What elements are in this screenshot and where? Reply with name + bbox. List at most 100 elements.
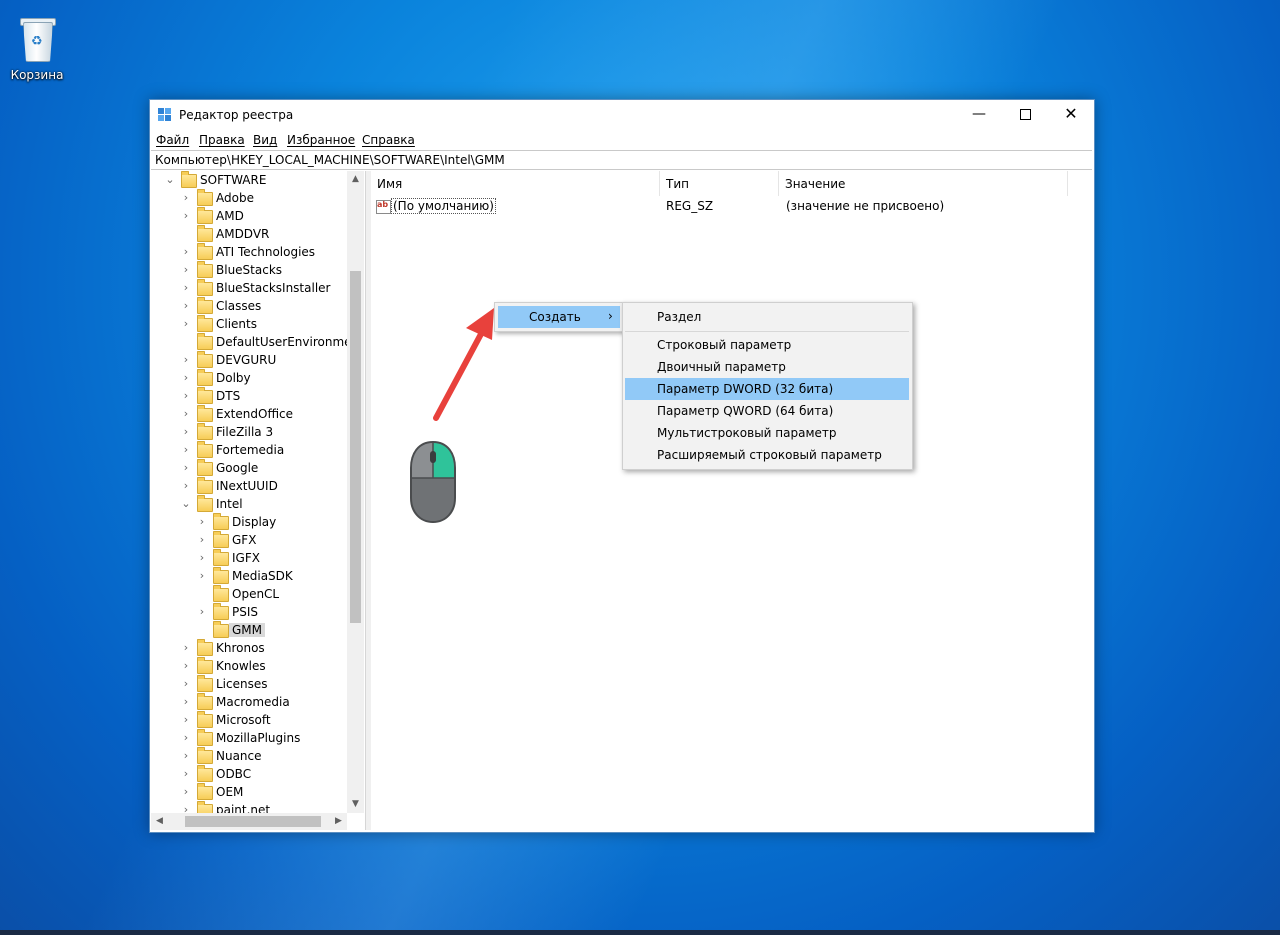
tree-item[interactable]: › MediaSDK	[151, 567, 346, 586]
tree-item[interactable]: › Classes	[151, 297, 346, 316]
chevron-right-icon[interactable]: ›	[181, 677, 191, 690]
scroll-down-icon[interactable]: ▼	[347, 796, 364, 813]
chevron-right-icon[interactable]: ›	[181, 389, 191, 402]
tree-item[interactable]: › GFX	[151, 531, 346, 550]
menu-view[interactable]: Вид	[253, 133, 277, 147]
menu-item-create[interactable]: Создать ›	[498, 306, 620, 328]
tree-vertical-scrollbar[interactable]: ▲ ▼	[347, 171, 364, 813]
tree-item[interactable]: ⌄ Intel	[151, 495, 346, 514]
chevron-right-icon[interactable]: ›	[181, 731, 191, 744]
menu-item-section[interactable]: Раздел	[625, 306, 909, 328]
tree-item[interactable]: › AMD	[151, 207, 346, 226]
tree-item[interactable]: › ODBC	[151, 765, 346, 784]
scroll-right-icon[interactable]: ▶	[330, 813, 347, 830]
chevron-right-icon[interactable]: ›	[181, 263, 191, 276]
chevron-down-icon[interactable]: ⌄	[181, 497, 191, 510]
chevron-right-icon[interactable]: ›	[181, 299, 191, 312]
chevron-right-icon[interactable]: ›	[181, 461, 191, 474]
tree-item[interactable]: › BlueStacks	[151, 261, 346, 280]
chevron-right-icon[interactable]: ›	[181, 659, 191, 672]
tree-item[interactable]: › Nuance	[151, 747, 346, 766]
chevron-right-icon[interactable]: ›	[181, 785, 191, 798]
menu-item-new-value[interactable]: Параметр QWORD (64 бита)	[625, 400, 909, 422]
tree-item[interactable]: › Microsoft	[151, 711, 346, 730]
address-bar[interactable]: Компьютер\HKEY_LOCAL_MACHINE\SOFTWARE\In…	[151, 150, 1092, 170]
scroll-left-icon[interactable]: ◀	[151, 813, 168, 830]
minimize-button[interactable]: —	[956, 100, 1002, 130]
chevron-right-icon[interactable]: ›	[181, 245, 191, 258]
scrollbar-thumb[interactable]	[350, 271, 361, 623]
folder-icon	[213, 585, 229, 602]
menu-item-new-value[interactable]: Строковый параметр	[625, 334, 909, 356]
chevron-right-icon[interactable]: ›	[181, 641, 191, 654]
tree-item[interactable]: › OEM	[151, 783, 346, 802]
chevron-right-icon[interactable]: ›	[181, 317, 191, 330]
menu-edit[interactable]: Правка	[199, 133, 245, 147]
menu-item-new-value[interactable]: Двоичный параметр	[625, 356, 909, 378]
chevron-right-icon[interactable]: ›	[181, 713, 191, 726]
close-button[interactable]: ✕	[1048, 100, 1094, 130]
maximize-button[interactable]	[1002, 100, 1048, 130]
folder-icon	[197, 333, 213, 350]
tree-item[interactable]: › BlueStacksInstaller	[151, 279, 346, 298]
tree-item[interactable]: › FileZilla 3	[151, 423, 346, 442]
menu-item-new-value[interactable]: Параметр DWORD (32 бита)	[625, 378, 909, 400]
tree-item[interactable]: › ExtendOffice	[151, 405, 346, 424]
tree-item[interactable]: › Adobe	[151, 189, 346, 208]
chevron-right-icon[interactable]: ›	[197, 569, 207, 582]
chevron-right-icon[interactable]: ›	[181, 425, 191, 438]
tree-item[interactable]: › IGFX	[151, 549, 346, 568]
recycle-bin-label: Корзина	[10, 68, 64, 82]
menu-item-new-value[interactable]: Расширяемый строковый параметр	[625, 444, 909, 466]
tree-item[interactable]: › Licenses	[151, 675, 346, 694]
tree-item[interactable]: › DEVGURU	[151, 351, 346, 370]
tree-item[interactable]: › Fortemedia	[151, 441, 346, 460]
scrollbar-thumb[interactable]	[185, 816, 321, 827]
scroll-up-icon[interactable]: ▲	[347, 171, 364, 188]
tree-item[interactable]: › Dolby	[151, 369, 346, 388]
tree-item[interactable]: › Knowles	[151, 657, 346, 676]
chevron-right-icon[interactable]: ›	[181, 767, 191, 780]
chevron-right-icon[interactable]: ›	[181, 191, 191, 204]
chevron-right-icon[interactable]: ›	[181, 281, 191, 294]
chevron-down-icon[interactable]: ⌄	[165, 173, 175, 186]
chevron-right-icon[interactable]: ›	[181, 209, 191, 222]
tree-item[interactable]: › DTS	[151, 387, 346, 406]
title-bar[interactable]: Редактор реестра — ✕	[150, 100, 1094, 130]
column-header-type[interactable]: Тип	[660, 171, 779, 196]
tree-item[interactable]: › Google	[151, 459, 346, 478]
chevron-right-icon[interactable]: ›	[181, 749, 191, 762]
chevron-right-icon[interactable]: ›	[181, 371, 191, 384]
tree-item[interactable]: › PSIS	[151, 603, 346, 622]
chevron-right-icon[interactable]: ›	[197, 605, 207, 618]
menu-item-new-value[interactable]: Мультистроковый параметр	[625, 422, 909, 444]
tree-item[interactable]: DefaultUserEnvironment	[151, 333, 364, 352]
tree-item[interactable]: › Khronos	[151, 639, 346, 658]
chevron-right-icon[interactable]: ›	[181, 353, 191, 366]
chevron-right-icon[interactable]: ›	[181, 407, 191, 420]
desktop-recycle-bin[interactable]: ♻ Корзина	[10, 16, 64, 82]
chevron-right-icon[interactable]: ›	[181, 695, 191, 708]
tree-item[interactable]: › INextUUID	[151, 477, 346, 496]
tree-item[interactable]: › ATI Technologies	[151, 243, 346, 262]
chevron-right-icon[interactable]: ›	[197, 533, 207, 546]
chevron-right-icon[interactable]: ›	[197, 515, 207, 528]
column-header-value[interactable]: Значение	[779, 171, 1068, 196]
tree-item-software[interactable]: ⌄ SOFTWARE	[151, 171, 346, 190]
menu-item-label: Строковый параметр	[657, 338, 792, 352]
tree-item[interactable]: › Macromedia	[151, 693, 346, 712]
menu-favorites[interactable]: Избранное	[287, 133, 355, 147]
menu-file[interactable]: Файл	[156, 133, 189, 147]
chevron-right-icon[interactable]: ›	[181, 443, 191, 456]
chevron-right-icon[interactable]: ›	[181, 479, 191, 492]
chevron-right-icon[interactable]: ›	[197, 551, 207, 564]
tree-item[interactable]: › Display	[151, 513, 346, 532]
tree-item[interactable]: AMDDVR	[151, 225, 346, 244]
tree-horizontal-scrollbar[interactable]: ◀ ▶	[151, 813, 347, 830]
tree-item[interactable]: › MozillaPlugins	[151, 729, 346, 748]
column-header-name[interactable]: Имя	[371, 171, 660, 196]
tree-item[interactable]: › Clients	[151, 315, 346, 334]
tree-item[interactable]: OpenCL	[151, 585, 346, 604]
menu-help[interactable]: Справка	[362, 133, 415, 147]
tree-item[interactable]: GMM	[151, 621, 346, 640]
